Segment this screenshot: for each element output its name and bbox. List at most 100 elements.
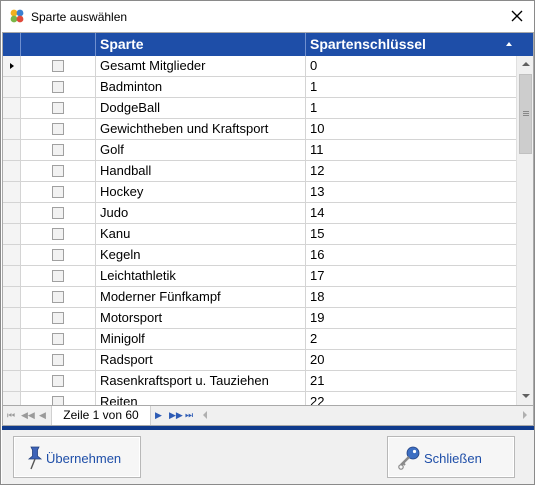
horizontal-scrollbar[interactable]	[203, 409, 533, 423]
row-indicator-cell[interactable]	[3, 287, 21, 307]
spartenschluessel-cell[interactable]: 22	[306, 392, 516, 405]
sparte-cell[interactable]: DodgeBall	[96, 98, 306, 118]
sparte-cell[interactable]: Kegeln	[96, 245, 306, 265]
previous-row-icon[interactable]: ◀	[39, 409, 46, 421]
row-checkbox[interactable]	[52, 312, 64, 324]
sparte-cell[interactable]: Reiten	[96, 392, 306, 405]
row-checkbox[interactable]	[52, 207, 64, 219]
row-checkbox[interactable]	[52, 396, 64, 405]
spartenschluessel-cell[interactable]: 21	[306, 371, 516, 391]
sparte-cell[interactable]: Minigolf	[96, 329, 306, 349]
sparte-cell[interactable]: Golf	[96, 140, 306, 160]
spartenschluessel-cell[interactable]: 18	[306, 287, 516, 307]
row-checkbox[interactable]	[52, 81, 64, 93]
table-row[interactable]: Minigolf 2	[3, 329, 516, 350]
row-checkbox[interactable]	[52, 144, 64, 156]
next-page-icon[interactable]: ▶▶	[169, 409, 183, 421]
spartenschluessel-cell[interactable]: 2	[306, 329, 516, 349]
table-row[interactable]: Gewichtheben und Kraftsport 10	[3, 119, 516, 140]
row-checkbox[interactable]	[52, 186, 64, 198]
first-page-icon[interactable]: ⏮	[7, 409, 15, 421]
sparte-cell[interactable]: Gewichtheben und Kraftsport	[96, 119, 306, 139]
sparte-cell[interactable]: Motorsport	[96, 308, 306, 328]
spartenschluessel-cell[interactable]: 14	[306, 203, 516, 223]
scroll-left-icon[interactable]	[203, 411, 207, 419]
spartenschluessel-cell[interactable]: 10	[306, 119, 516, 139]
row-indicator-cell[interactable]	[3, 224, 21, 244]
table-row[interactable]: DodgeBall 1	[3, 98, 516, 119]
row-indicator-cell[interactable]	[3, 182, 21, 202]
close-button[interactable]: Schließen	[387, 436, 515, 478]
spartenschluessel-cell[interactable]: 19	[306, 308, 516, 328]
table-row[interactable]: Kanu 15	[3, 224, 516, 245]
header-checkbox-cell[interactable]	[21, 33, 96, 56]
spartenschluessel-cell[interactable]: 12	[306, 161, 516, 181]
apply-button[interactable]: Übernehmen	[13, 436, 141, 478]
sparte-cell[interactable]: Rasenkraftsport u. Tauziehen	[96, 371, 306, 391]
row-indicator-cell[interactable]	[3, 98, 21, 118]
row-checkbox[interactable]	[52, 270, 64, 282]
sparte-cell[interactable]: Leichtathletik	[96, 266, 306, 286]
row-checkbox[interactable]	[52, 291, 64, 303]
table-row[interactable]: Hockey 13	[3, 182, 516, 203]
table-row[interactable]: Badminton 1	[3, 77, 516, 98]
row-checkbox[interactable]	[52, 123, 64, 135]
spartenschluessel-cell[interactable]: 20	[306, 350, 516, 370]
row-indicator-cell[interactable]	[3, 119, 21, 139]
sparte-cell[interactable]: Badminton	[96, 77, 306, 97]
row-indicator-cell[interactable]	[3, 350, 21, 370]
table-row[interactable]: Golf 11	[3, 140, 516, 161]
table-row[interactable]: Leichtathletik 17	[3, 266, 516, 287]
spartenschluessel-cell[interactable]: 16	[306, 245, 516, 265]
next-row-icon[interactable]: ▶	[155, 409, 162, 421]
spartenschluessel-cell[interactable]: 17	[306, 266, 516, 286]
sparte-cell[interactable]: Kanu	[96, 224, 306, 244]
row-indicator-cell[interactable]	[3, 392, 21, 405]
table-row[interactable]: Radsport 20	[3, 350, 516, 371]
spartenschluessel-cell[interactable]: 1	[306, 98, 516, 118]
scroll-right-icon[interactable]	[523, 411, 527, 419]
row-checkbox[interactable]	[52, 60, 64, 72]
row-indicator-cell[interactable]	[3, 203, 21, 223]
row-indicator-cell[interactable]	[3, 308, 21, 328]
row-checkbox[interactable]	[52, 102, 64, 114]
row-checkbox[interactable]	[52, 354, 64, 366]
row-checkbox[interactable]	[52, 165, 64, 177]
spartenschluessel-cell[interactable]: 11	[306, 140, 516, 160]
sparte-grid[interactable]: Sparte Spartenschlüssel Gesamt Mitgliede…	[2, 32, 534, 406]
row-indicator-cell[interactable]	[3, 245, 21, 265]
table-row[interactable]: Rasenkraftsport u. Tauziehen 21	[3, 371, 516, 392]
sparte-cell[interactable]: Handball	[96, 161, 306, 181]
spartenschluessel-cell[interactable]: 0	[306, 56, 516, 76]
row-indicator-cell[interactable]	[3, 371, 21, 391]
previous-page-icon[interactable]: ◀◀	[21, 409, 35, 421]
row-checkbox[interactable]	[52, 249, 64, 261]
sparte-cell[interactable]: Gesamt Mitglieder	[96, 56, 306, 76]
sparte-cell[interactable]: Hockey	[96, 182, 306, 202]
table-row[interactable]: Gesamt Mitglieder 0	[3, 56, 516, 77]
table-row[interactable]: Moderner Fünfkampf 18	[3, 287, 516, 308]
row-checkbox[interactable]	[52, 333, 64, 345]
sparte-cell[interactable]: Judo	[96, 203, 306, 223]
sparte-cell[interactable]: Moderner Fünfkampf	[96, 287, 306, 307]
row-checkbox[interactable]	[52, 375, 64, 387]
row-indicator-cell[interactable]	[3, 266, 21, 286]
table-row[interactable]: Judo 14	[3, 203, 516, 224]
table-row[interactable]: Reiten 22	[3, 392, 516, 405]
table-row[interactable]: Motorsport 19	[3, 308, 516, 329]
close-window-button[interactable]	[500, 1, 534, 31]
row-indicator-cell[interactable]	[3, 161, 21, 181]
scroll-up-icon[interactable]	[517, 56, 533, 73]
vertical-scrollbar[interactable]	[516, 56, 533, 405]
spartenschluessel-cell[interactable]: 13	[306, 182, 516, 202]
column-header-sparte[interactable]: Sparte	[96, 33, 306, 56]
spartenschluessel-cell[interactable]: 15	[306, 224, 516, 244]
spartenschluessel-cell[interactable]: 1	[306, 77, 516, 97]
row-checkbox[interactable]	[52, 228, 64, 240]
scroll-thumb[interactable]	[519, 74, 532, 154]
row-indicator-cell[interactable]	[3, 329, 21, 349]
row-indicator-cell[interactable]	[3, 56, 21, 76]
column-header-spartenschluessel[interactable]: Spartenschlüssel	[306, 33, 516, 56]
scroll-down-icon[interactable]	[517, 388, 533, 405]
last-page-icon[interactable]: ⏭	[185, 409, 193, 421]
